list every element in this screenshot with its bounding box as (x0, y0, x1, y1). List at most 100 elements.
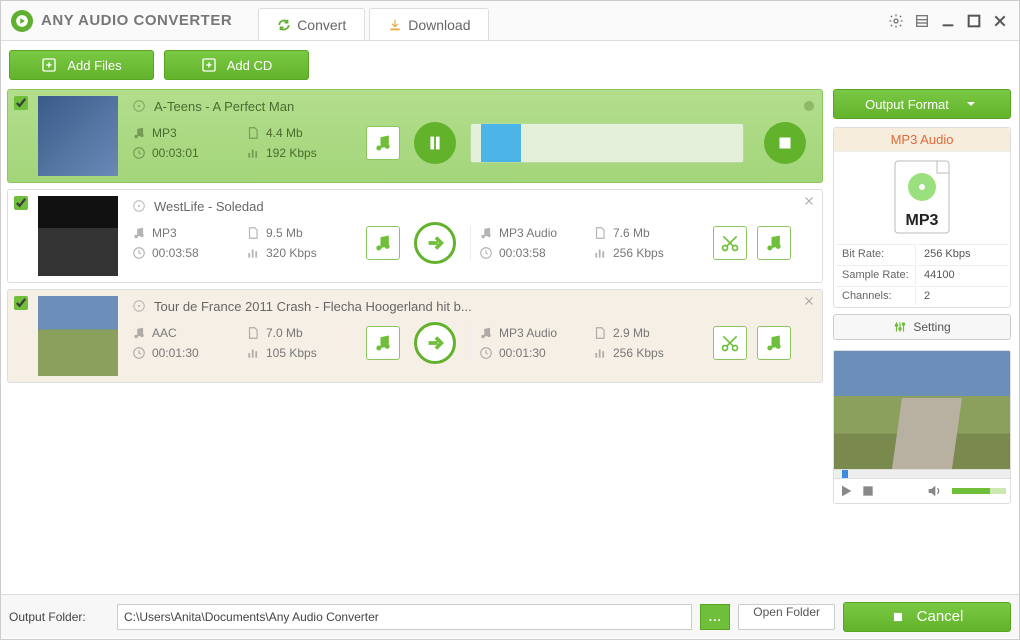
maximize-button[interactable] (965, 12, 983, 30)
track-bitrate: 192 Kbps (266, 146, 317, 160)
sliders-icon (893, 320, 907, 334)
cancel-label: Cancel (917, 608, 964, 625)
output-folder-label: Output Folder: (9, 610, 109, 624)
out-size: 2.9 Mb (613, 326, 650, 340)
channels-label: Channels: (836, 286, 916, 305)
minimize-button[interactable] (939, 12, 957, 30)
music-note-icon (479, 226, 493, 240)
track-duration: 00:01:30 (152, 346, 199, 360)
refresh-icon (277, 18, 291, 32)
stop-button[interactable] (764, 122, 806, 164)
edit-output-button[interactable] (757, 226, 791, 260)
music-note-icon (479, 326, 493, 340)
track-list: A-Teens - A Perfect Man MP3 4.4 Mb 00:03… (1, 89, 829, 594)
edit-track-button[interactable] (366, 326, 400, 360)
cancel-button[interactable]: Cancel (843, 602, 1011, 632)
file-icon (246, 126, 260, 140)
tab-download[interactable]: Download (369, 8, 489, 40)
format-properties-table: Bit Rate:256 Kbps Sample Rate:44100 Chan… (834, 242, 1010, 307)
music-note-icon (132, 126, 146, 140)
titlebar: ANY AUDIO CONVERTER Convert Download (1, 1, 1019, 41)
convert-arrow-button[interactable] (414, 222, 456, 264)
chevron-down-icon (963, 96, 979, 112)
pause-button[interactable] (414, 122, 456, 164)
format-info-box: MP3 Audio MP3 Bit Rate:256 Kbps Sample R… (833, 127, 1011, 308)
cut-button[interactable] (713, 226, 747, 260)
edit-track-button[interactable] (366, 226, 400, 260)
open-folder-button[interactable]: Open Folder (738, 604, 835, 630)
clock-icon (132, 346, 146, 360)
cut-button[interactable] (713, 326, 747, 360)
edit-track-button[interactable] (366, 126, 400, 160)
add-cd-button[interactable]: Add CD (164, 50, 309, 80)
out-duration: 00:03:58 (499, 246, 546, 260)
close-button[interactable] (991, 12, 1009, 30)
output-format-label: Output Format (865, 97, 949, 112)
out-size: 7.6 Mb (613, 226, 650, 240)
out-bitrate: 256 Kbps (613, 246, 664, 260)
remove-track-button[interactable] (802, 294, 816, 308)
preview-seek-bar[interactable] (834, 469, 1010, 479)
out-duration: 00:01:30 (499, 346, 546, 360)
track-duration: 00:03:58 (152, 246, 199, 260)
settings-icon[interactable] (887, 12, 905, 30)
track-size: 9.5 Mb (266, 226, 303, 240)
track-row: A-Teens - A Perfect Man MP3 4.4 Mb 00:03… (7, 89, 823, 183)
convert-arrow-button[interactable] (414, 322, 456, 364)
file-icon (593, 226, 607, 240)
file-icon (246, 226, 260, 240)
preview-play-button[interactable] (838, 483, 854, 499)
tab-convert[interactable]: Convert (258, 8, 365, 40)
track-row: WestLife - Soledad MP3 9.5 Mb 00:03:58 3… (7, 189, 823, 283)
track-checkbox[interactable] (14, 296, 28, 310)
track-duration: 00:03:01 (152, 146, 199, 160)
output-folder-input[interactable]: C:\Users\Anita\Documents\Any Audio Conve… (117, 604, 692, 630)
remove-track-button[interactable] (802, 194, 816, 208)
samplerate-value: 44100 (918, 265, 1008, 284)
bitrate-value: 256 Kbps (918, 244, 1008, 263)
out-format: MP3 Audio (499, 326, 557, 340)
status-dot-icon (804, 101, 814, 111)
add-cd-label: Add CD (227, 58, 273, 73)
track-format: MP3 (152, 226, 177, 240)
clock-icon (479, 346, 493, 360)
out-bitrate: 256 Kbps (613, 346, 664, 360)
disc-icon (132, 99, 146, 113)
app-title: ANY AUDIO CONVERTER (41, 12, 232, 29)
track-bitrate: 320 Kbps (266, 246, 317, 260)
list-icon[interactable] (913, 12, 931, 30)
clock-icon (132, 246, 146, 260)
file-icon (246, 326, 260, 340)
samplerate-label: Sample Rate: (836, 265, 916, 284)
track-row: Tour de France 2011 Crash - Flecha Hooge… (7, 289, 823, 383)
toolbar: Add Files Add CD (1, 41, 1019, 89)
track-checkbox[interactable] (14, 196, 28, 210)
track-format: AAC (152, 326, 177, 340)
setting-button[interactable]: Setting (833, 314, 1011, 340)
tab-download-label: Download (408, 17, 470, 33)
browse-folder-button[interactable]: ... (700, 604, 730, 630)
clock-icon (132, 146, 146, 160)
main-tabs: Convert Download (258, 1, 489, 40)
preview-stop-button[interactable] (860, 483, 876, 499)
add-cd-icon (201, 57, 217, 73)
edit-output-button[interactable] (757, 326, 791, 360)
format-icon: MP3 (834, 152, 1010, 242)
bars-icon (593, 346, 607, 360)
preview-volume-button[interactable] (926, 483, 942, 499)
bars-icon (246, 146, 260, 160)
track-thumbnail (38, 196, 118, 276)
output-format-button[interactable]: Output Format (833, 89, 1011, 119)
preview-image (834, 351, 1010, 469)
track-checkbox[interactable] (14, 96, 28, 110)
track-size: 7.0 Mb (266, 326, 303, 340)
track-thumbnail (38, 96, 118, 176)
bitrate-label: Bit Rate: (836, 244, 916, 263)
conversion-progress[interactable] (470, 123, 744, 163)
disc-icon (132, 299, 146, 313)
track-format: MP3 (152, 126, 177, 140)
add-files-button[interactable]: Add Files (9, 50, 154, 80)
tab-convert-label: Convert (297, 17, 346, 33)
preview-volume-slider[interactable] (952, 488, 1006, 494)
bars-icon (246, 346, 260, 360)
